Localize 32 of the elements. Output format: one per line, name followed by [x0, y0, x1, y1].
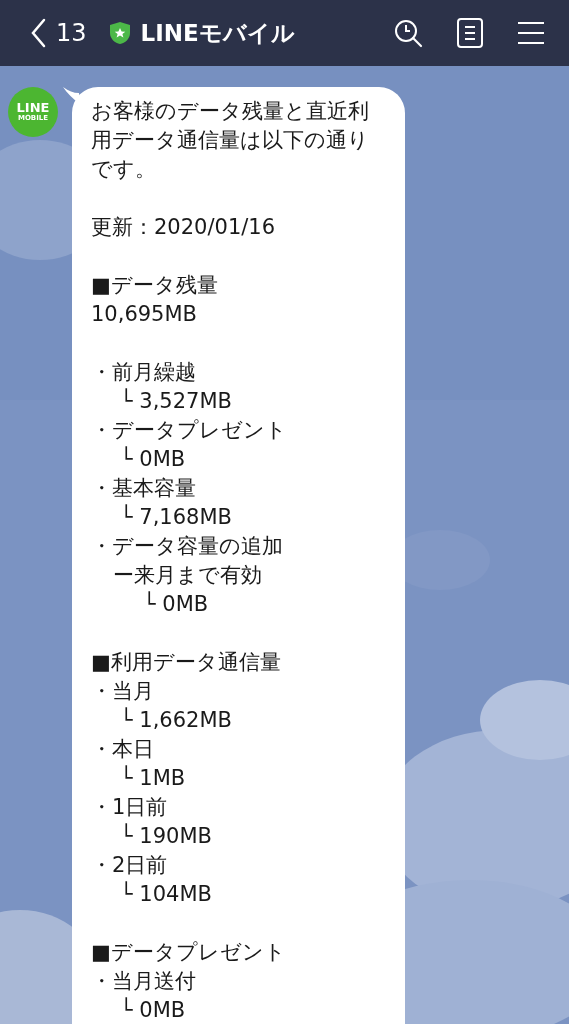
- item-label: ・当月送付: [91, 968, 197, 995]
- item-value: └ 104MB: [119, 880, 213, 908]
- item-value: └ 3,527MB: [119, 387, 233, 415]
- item-value: └ 0MB: [142, 590, 210, 618]
- item-label: ・前月繰越: [91, 359, 197, 386]
- item-label: ・基本容量: [91, 475, 197, 502]
- section-heading: ■データプレゼント: [91, 939, 287, 966]
- back-button[interactable]: 13: [30, 18, 87, 48]
- section-heading: ■データ残量: [91, 272, 219, 299]
- item-value: └ 190MB: [119, 822, 213, 850]
- item-label: ・2日前: [91, 852, 169, 879]
- item-label: ・データプレゼント: [91, 417, 288, 444]
- item-label: ・1日前: [91, 794, 169, 821]
- update-date: 更新：2020/01/16: [91, 214, 277, 241]
- avatar-logo-text: LINE: [16, 101, 50, 114]
- item-label: ・データ容量の追加: [91, 533, 284, 560]
- message-text: お客様のデータ残量と直近利用データ通信量は以下の通りです。: [91, 98, 370, 183]
- total-value: 10,695MB: [91, 301, 198, 328]
- item-value: └ 7,168MB: [119, 503, 233, 531]
- item-value: └ 0MB: [119, 445, 187, 473]
- item-value: └ 1MB: [119, 764, 187, 792]
- menu-icon[interactable]: [517, 21, 545, 45]
- section-heading: ■利用データ通信量: [91, 649, 282, 676]
- chat-title: LINEモバイル: [140, 18, 295, 48]
- item-label: ・当月: [91, 678, 155, 705]
- item-label: ・本日: [91, 736, 155, 763]
- search-icon[interactable]: [393, 18, 423, 48]
- item-sublabel: ー来月まで有効: [112, 562, 263, 589]
- item-value: └ 1,662MB: [119, 706, 233, 734]
- item-value: └ 0MB: [119, 996, 187, 1024]
- notes-icon[interactable]: [457, 18, 483, 48]
- back-icon: [30, 18, 46, 48]
